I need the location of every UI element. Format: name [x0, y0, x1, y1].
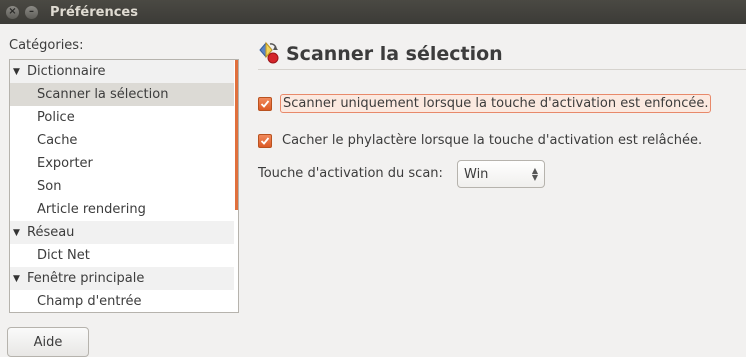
- scan-only-label[interactable]: Scanner uniquement lorsque la touche d'a…: [280, 94, 712, 113]
- checkmark-icon: [260, 136, 270, 145]
- checkmark-icon: [260, 99, 270, 108]
- help-button[interactable]: Aide: [7, 327, 89, 357]
- expander-arrow-icon[interactable]: ▼: [13, 67, 25, 77]
- expander-arrow-icon[interactable]: ▼: [13, 228, 25, 238]
- tree-item[interactable]: Champ d'entrée: [10, 290, 234, 312]
- tree-item-label: Scanner la sélection: [37, 87, 169, 102]
- page-header: Scanner la sélection: [258, 40, 503, 68]
- tree-item[interactable]: Dict Net: [10, 244, 234, 267]
- combo-arrows-icon: ▲ ▼: [531, 166, 538, 182]
- tree-item[interactable]: Article rendering: [10, 198, 234, 221]
- tree-item-label: Cache: [37, 133, 78, 148]
- window-title: Préférences: [50, 4, 138, 20]
- categories-tree[interactable]: ▼ Dictionnaire Scanner la sélection Police C…: [9, 59, 239, 313]
- tree-item-label: Dictionnaire: [27, 64, 106, 79]
- tree-category[interactable]: ▼ Réseau: [10, 221, 234, 244]
- scan-key-combobox[interactable]: Win ▲ ▼: [457, 160, 545, 188]
- tree-item-label: Exporter: [37, 156, 93, 171]
- tree-scrollbar[interactable]: [235, 60, 238, 210]
- scan-key-label: Touche d'activation du scan:: [258, 166, 443, 181]
- scan-selection-icon: [258, 40, 280, 68]
- categories-label: Catégories:: [9, 38, 84, 53]
- tree-category[interactable]: ▼ Fenêtre principale: [10, 267, 234, 290]
- hide-popup-label[interactable]: Cacher le phylactère lorsque la touche d…: [280, 131, 704, 150]
- tree-item[interactable]: Cache: [10, 129, 234, 152]
- scan-key-value: Win: [464, 166, 489, 182]
- tree-item-label: Réseau: [27, 225, 75, 240]
- tree-item-label: Son: [37, 179, 62, 194]
- tree-item-label: Dict Net: [37, 248, 90, 263]
- tree-category[interactable]: ▼ Dictionnaire: [10, 60, 234, 83]
- tree-item[interactable]: Police: [10, 106, 234, 129]
- tree-item-label: Article rendering: [37, 202, 146, 217]
- header-divider: [258, 69, 746, 70]
- tree-item-label: Fenêtre principale: [27, 271, 145, 286]
- title-bar: × – Préférences: [0, 0, 746, 24]
- tree-item-label: Champ d'entrée: [37, 294, 142, 309]
- tree-item-label: Police: [37, 110, 75, 125]
- scan-only-checkbox[interactable]: [258, 96, 272, 111]
- hide-popup-checkbox[interactable]: [258, 133, 272, 148]
- tree-item[interactable]: Son: [10, 175, 234, 198]
- close-window-button[interactable]: ×: [6, 5, 19, 19]
- scan-only-with-key-option[interactable]: Scanner uniquement lorsque la touche d'a…: [258, 94, 712, 113]
- tree-item[interactable]: Exporter: [10, 152, 234, 175]
- expander-arrow-icon[interactable]: ▼: [13, 274, 25, 284]
- page-title: Scanner la sélection: [286, 43, 503, 65]
- hide-popup-option[interactable]: Cacher le phylactère lorsque la touche d…: [258, 131, 704, 150]
- minimize-window-button[interactable]: –: [25, 5, 38, 19]
- tree-item[interactable]: Scanner la sélection: [10, 83, 234, 106]
